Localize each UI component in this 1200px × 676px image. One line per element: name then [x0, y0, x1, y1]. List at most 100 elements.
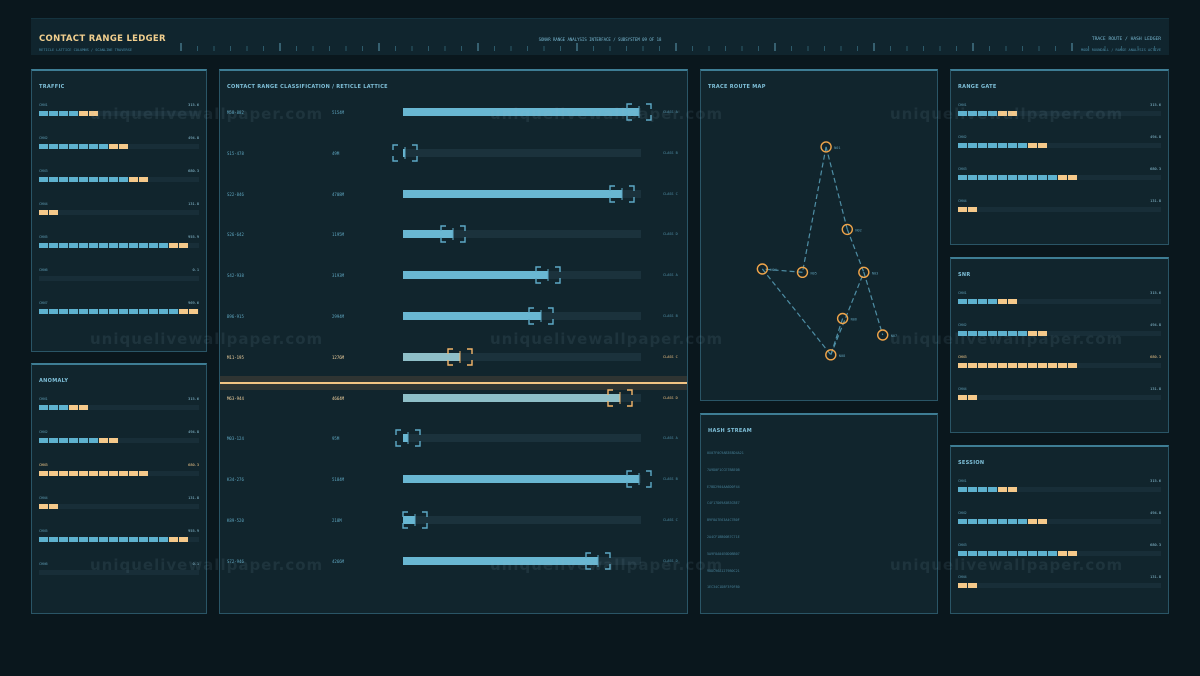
hash-line: 90DC96A1279B0C21	[707, 568, 740, 573]
reticle-bracket	[585, 552, 611, 570]
channel-row: CHN3 680.3	[958, 355, 1161, 368]
lattice-row[interactable]: K89-520 218M CLASS C	[220, 511, 687, 529]
channel-label: CHN3	[39, 169, 48, 173]
contact-range: 4708M	[332, 191, 345, 197]
snr-panel: SNR CHN1 315.6 CHN2 494.8 CHN3 680.3 CHN4 131.8	[950, 257, 1169, 433]
segment-cyan	[119, 243, 128, 248]
segment-cyan	[39, 177, 48, 182]
channel-value: 680.3	[188, 463, 199, 467]
channel-track	[39, 210, 199, 215]
reticle-bracket	[528, 307, 554, 325]
hash-stream-title: HASH STREAM	[708, 428, 753, 434]
segment-amber	[39, 504, 48, 509]
lattice-row[interactable]: M03-124 95M CLASS A	[220, 429, 687, 448]
lattice-row[interactable]: S72-946 4266M CLASS D	[220, 552, 687, 570]
channel-segments	[958, 395, 977, 400]
segment-amber	[968, 207, 977, 212]
segment-cyan	[1038, 175, 1047, 180]
segment-amber	[189, 309, 198, 314]
anomaly-title: ANOMALY	[39, 378, 69, 384]
lattice-row[interactable]: M58-882 5154M CLASS A	[220, 103, 687, 121]
segment-cyan	[159, 309, 168, 314]
segment-cyan	[49, 243, 58, 248]
channel-label: CHN3	[958, 167, 967, 171]
lattice-row[interactable]: K34-276 5184M CLASS B	[220, 470, 687, 488]
segment-amber	[129, 471, 138, 476]
channel-label: CHN3	[39, 463, 48, 467]
segment-cyan	[159, 537, 168, 542]
lattice-row[interactable]: B96-915 2994M CLASS B	[220, 307, 687, 325]
channel-value: 680.3	[1150, 167, 1161, 171]
lattice-row[interactable]: S15-478 49M CLASS B	[220, 144, 687, 162]
contact-id: B96-915	[227, 314, 244, 319]
header-center-label: SONAR RANGE ANALYSIS INTERFACE / SUBSYST…	[538, 37, 662, 42]
node-label: N08	[839, 354, 846, 358]
segment-amber	[39, 471, 48, 476]
channel-track	[39, 276, 199, 281]
channel-row: CHN4 131.8	[958, 387, 1161, 400]
reticle-bracket	[609, 184, 635, 203]
channel-value: 955.9	[188, 529, 199, 533]
contact-id: M63-944	[227, 395, 244, 401]
segment-cyan	[998, 519, 1007, 524]
segment-amber	[1048, 363, 1057, 368]
segment-amber	[1068, 363, 1077, 368]
segment-amber	[988, 363, 997, 368]
segment-cyan	[1008, 331, 1017, 336]
segment-amber	[1008, 363, 1017, 368]
range-track	[403, 516, 641, 524]
segment-cyan	[1048, 551, 1057, 556]
segment-cyan	[99, 144, 108, 149]
segment-cyan	[49, 144, 58, 149]
traffic-title: TRAFFIC	[39, 84, 65, 90]
range-gate-panel: RANGE GATE CHN1 315.6 CHN2 494.8 CHN3 680.3 CH…	[950, 69, 1169, 245]
channel-segments	[958, 111, 1017, 116]
segment-amber	[109, 144, 118, 149]
segment-cyan	[49, 438, 58, 443]
lattice-row[interactable]: M11-195 1276M CLASS C	[220, 348, 687, 366]
hash-line: 0X07F0C9AB3E8D4A21	[707, 451, 744, 455]
reticle-bracket	[625, 103, 652, 121]
header-bar: CONTACT RANGE LEDGER RETICLE LATTICE COL…	[31, 18, 1169, 55]
segment-amber	[1028, 331, 1037, 336]
channel-label: CHN4	[958, 387, 967, 391]
segment-cyan	[958, 143, 967, 148]
segment-cyan	[958, 487, 967, 492]
contact-range: 5154M	[332, 110, 345, 115]
channel-label: CHN1	[39, 397, 48, 401]
lattice-row[interactable]: M63-944 4664M CLASS D	[220, 388, 687, 407]
channel-row: CHN2 494.8	[39, 430, 199, 443]
channel-value: 969.6	[188, 301, 199, 305]
segment-cyan	[39, 243, 48, 248]
segment-cyan	[1008, 519, 1017, 524]
channel-segments	[958, 551, 1077, 556]
contact-class: CLASS A	[663, 436, 678, 441]
channel-label: CHN2	[39, 136, 48, 140]
channel-track	[958, 207, 1161, 212]
hash-stream-panel: HASH STREAM 0X07F0C9AB3E8D4A21 7A9D0F1CCE…	[700, 413, 938, 614]
channel-track	[958, 583, 1161, 588]
segment-cyan	[968, 299, 977, 304]
segment-amber	[139, 177, 148, 182]
segment-cyan	[988, 111, 997, 116]
lattice-row[interactable]: S22-846 4708M CLASS C	[220, 184, 687, 203]
range-track	[403, 148, 641, 157]
segment-cyan	[978, 111, 987, 116]
channel-value: 315.6	[1150, 291, 1161, 295]
lattice-row[interactable]: S42-938 3193M CLASS A	[220, 266, 687, 284]
route-edge	[830, 272, 865, 356]
contact-class: CLASS D	[663, 232, 678, 237]
lattice-row[interactable]: S26-642 1195M CLASS D	[220, 225, 687, 244]
segment-amber	[1008, 487, 1017, 492]
channel-label: CHN3	[958, 355, 967, 359]
route-edge	[801, 146, 827, 273]
channel-row: CHN7 969.6	[39, 301, 199, 314]
segment-amber	[179, 243, 188, 248]
channel-value: 494.8	[1150, 323, 1161, 327]
segment-cyan	[39, 144, 48, 149]
segment-amber	[99, 471, 108, 476]
channel-row: CHN5 955.9	[39, 235, 199, 248]
segment-cyan	[978, 299, 987, 304]
segment-amber	[1038, 519, 1047, 524]
segment-cyan	[988, 487, 997, 492]
